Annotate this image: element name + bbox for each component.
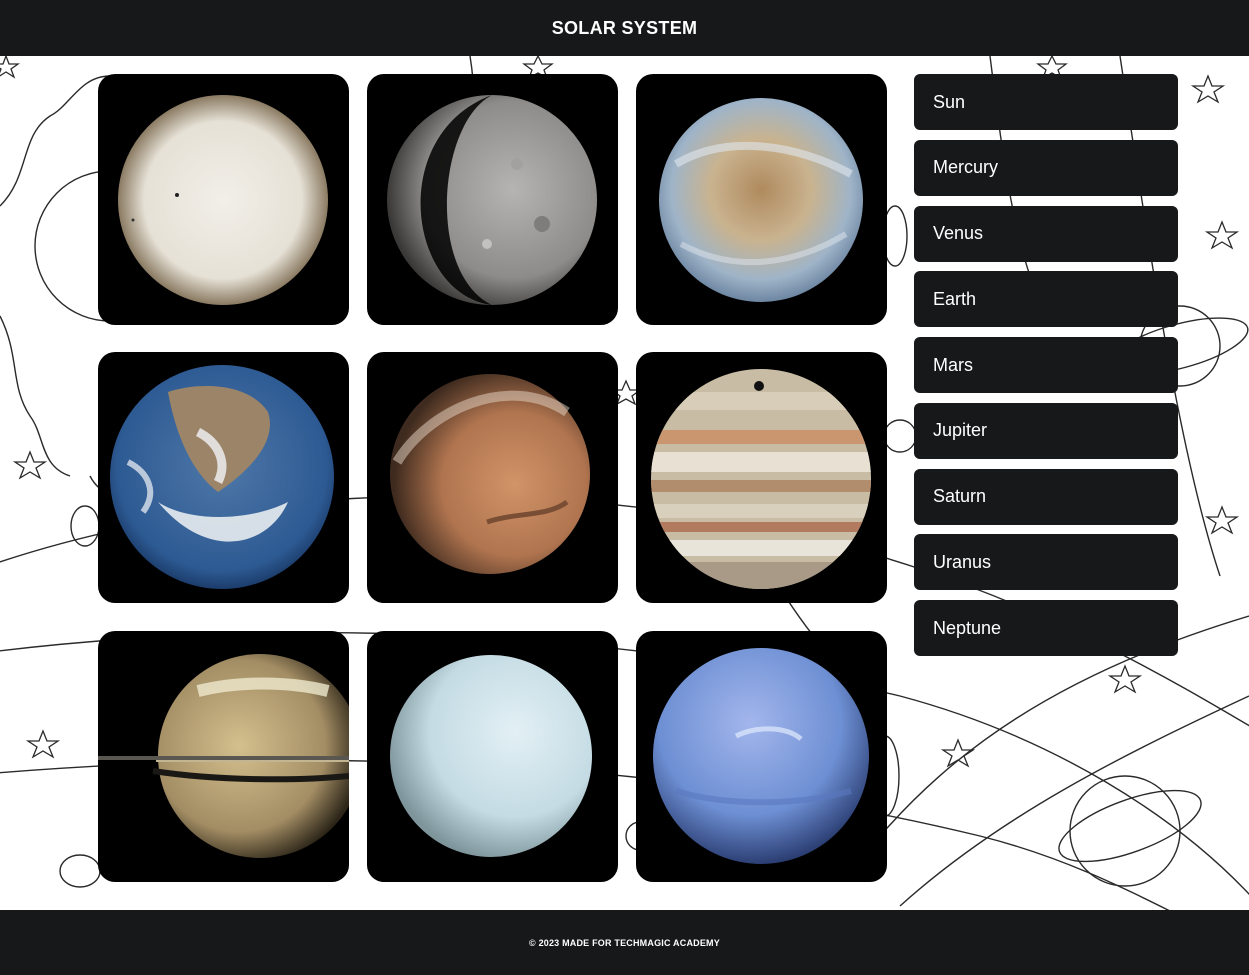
nav-button-mars[interactable]: Mars [914, 337, 1178, 393]
sun-image [118, 95, 328, 305]
uranus-image [390, 655, 592, 857]
mars-card[interactable] [367, 352, 618, 603]
nav-button-mercury[interactable]: Mercury [914, 139, 1178, 196]
nav-button-uranus[interactable]: Uranus [914, 534, 1178, 591]
earth-card[interactable] [98, 352, 349, 603]
nav-button-jupiter[interactable]: Jupiter [914, 402, 1178, 459]
nav-button-label: Earth [933, 288, 977, 309]
nav-button-label: Mercury [933, 157, 999, 178]
uranus-card[interactable] [367, 631, 618, 882]
nav-button-label: Jupiter [933, 420, 988, 441]
earth-image [110, 365, 334, 589]
nav-button-neptune[interactable]: Neptune [914, 600, 1178, 656]
saturn-image [98, 654, 349, 858]
footer-copyright: © 2023 MADE FOR TECHMAGIC ACADEMY [529, 937, 720, 948]
venus-card[interactable] [636, 74, 887, 325]
neptune-card[interactable] [636, 631, 887, 882]
nav-button-label: Uranus [933, 551, 992, 572]
page-header: SOLAR SYSTEM [0, 0, 1249, 56]
neptune-image [653, 648, 869, 864]
jupiter-image [651, 369, 871, 589]
sun-card[interactable] [98, 74, 349, 325]
mercury-card[interactable] [367, 74, 618, 325]
nav-button-label: Neptune [933, 617, 1002, 638]
nav-button-label: Venus [933, 223, 984, 243]
page-title: SOLAR SYSTEM [551, 17, 698, 38]
mercury-image [387, 95, 597, 305]
venus-image [659, 98, 863, 302]
nav-button-venus[interactable]: Venus [914, 205, 1178, 262]
planet-nav: Sun Mercury Venus Earth Mars Jupiter Sat… [914, 74, 1178, 666]
nav-button-label: Sun [933, 91, 966, 112]
nav-button-label: Saturn [933, 486, 987, 506]
mars-image [390, 374, 590, 574]
jupiter-card[interactable] [636, 352, 887, 603]
nav-button-earth[interactable]: Earth [914, 271, 1178, 328]
saturn-card[interactable] [98, 631, 349, 882]
nav-button-sun[interactable]: Sun [914, 74, 1178, 130]
nav-button-saturn[interactable]: Saturn [914, 468, 1178, 525]
nav-button-label: Mars [933, 354, 973, 375]
page-footer: © 2023 MADE FOR TECHMAGIC ACADEMY [0, 910, 1249, 975]
